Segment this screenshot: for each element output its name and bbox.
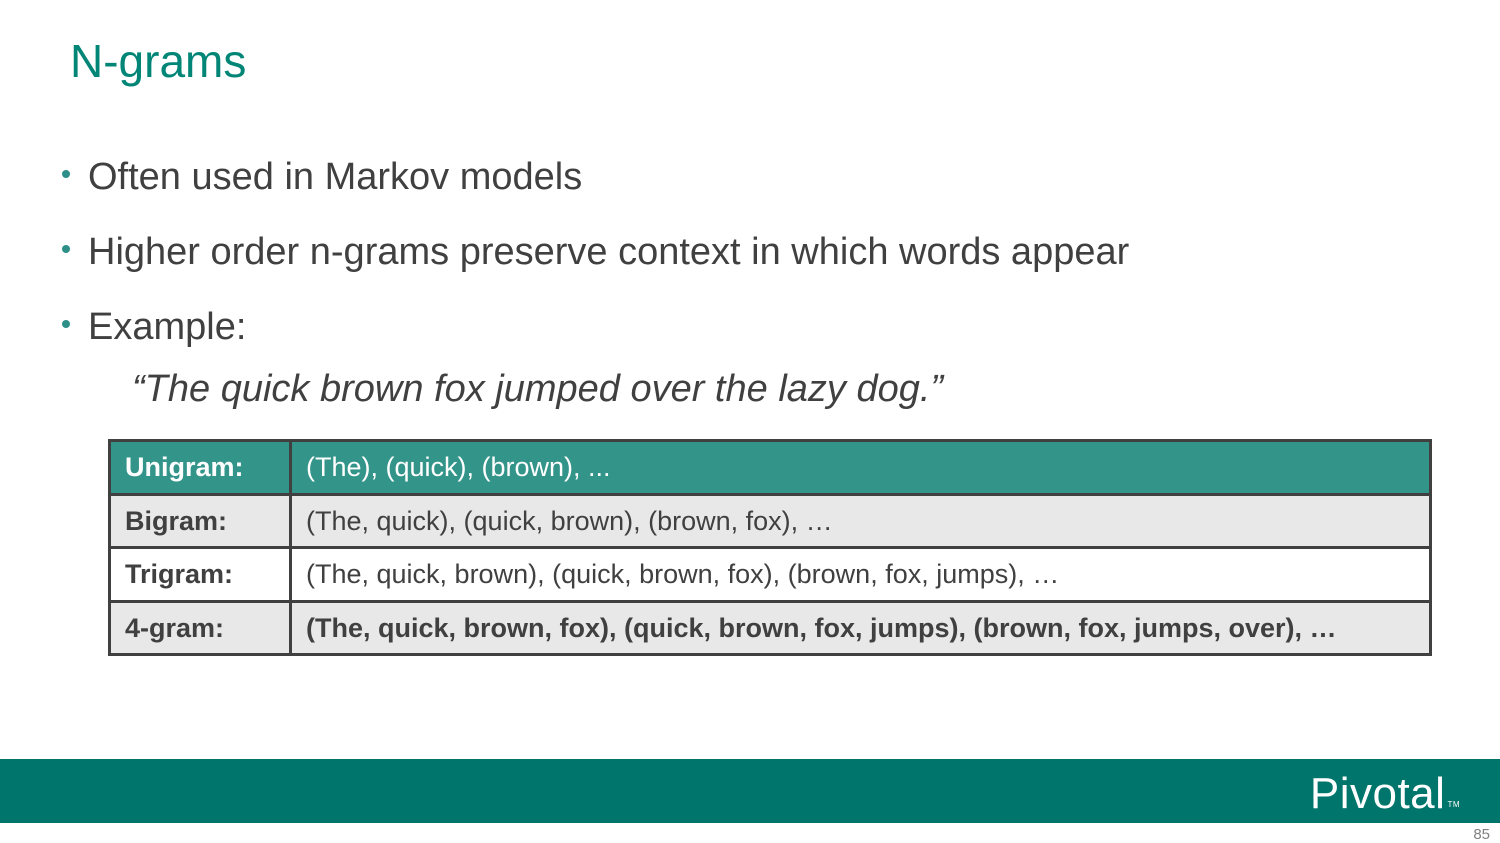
bullet-list: Often used in Markov models Higher order… bbox=[60, 140, 1129, 365]
bullet-text: Often used in Markov models bbox=[88, 156, 583, 198]
row-label: Unigram: bbox=[108, 439, 292, 496]
bullet-dot-icon bbox=[62, 319, 70, 328]
footer-bar: Pivotal TM bbox=[0, 759, 1500, 823]
bullet-text: Higher order n-grams preserve context in… bbox=[88, 231, 1130, 273]
row-label: 4-gram: bbox=[108, 599, 292, 657]
row-value: (The, quick, brown), (quick, brown, fox)… bbox=[289, 546, 1432, 603]
slide-title: N-grams bbox=[70, 35, 247, 87]
row-label: Trigram: bbox=[108, 546, 292, 603]
row-value: (The, quick, brown, fox), (quick, brown,… bbox=[289, 599, 1432, 657]
bullet-dot-icon bbox=[62, 169, 70, 178]
row-value: (The, quick), (quick, brown), (brown, fo… bbox=[289, 492, 1432, 550]
bullet-text: Example: bbox=[88, 306, 247, 348]
table-row: Bigram: (The, quick), (quick, brown), (b… bbox=[108, 492, 1432, 550]
table-row: Unigram: (The), (quick), (brown), ... bbox=[108, 439, 1432, 496]
example-quote: “The quick brown fox jumped over the laz… bbox=[132, 368, 944, 410]
logo-text: Pivotal bbox=[1309, 769, 1446, 818]
table-row: Trigram: (The, quick, brown), (quick, br… bbox=[108, 546, 1432, 603]
bullet-item: Often used in Markov models bbox=[60, 140, 1129, 215]
table-row: 4-gram: (The, quick, brown, fox), (quick… bbox=[108, 599, 1432, 657]
pivotal-logo: Pivotal TM bbox=[1310, 769, 1460, 819]
bullet-item: Example: bbox=[60, 290, 1129, 365]
bullet-dot-icon bbox=[62, 244, 70, 253]
logo-trademark: TM bbox=[1447, 800, 1460, 809]
ngram-table: Unigram: (The), (quick), (brown), ... Bi… bbox=[108, 439, 1432, 657]
bullet-item: Higher order n-grams preserve context in… bbox=[60, 215, 1129, 290]
row-label: Bigram: bbox=[108, 492, 292, 550]
row-value: (The), (quick), (brown), ... bbox=[289, 439, 1432, 496]
page-number: 85 bbox=[1473, 826, 1490, 843]
slide: N-grams Often used in Markov models High… bbox=[0, 0, 1500, 843]
